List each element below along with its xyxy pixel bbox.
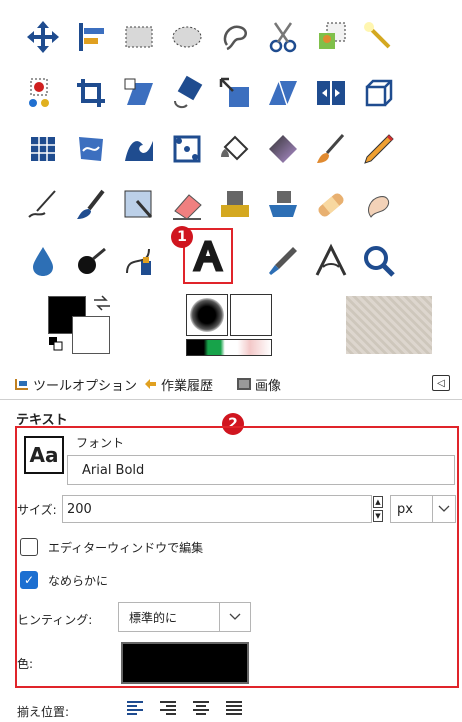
tool-options-icon bbox=[15, 379, 28, 390]
use-editor-label: エディターウィンドウで編集 bbox=[48, 540, 204, 555]
fuzzy-select-icon[interactable] bbox=[358, 16, 400, 58]
wave-icon[interactable] bbox=[118, 128, 160, 170]
tab-label: 画像 bbox=[255, 378, 282, 394]
hinting-select[interactable]: 標準的に bbox=[118, 602, 251, 632]
justify-label: 揃え位置: bbox=[17, 705, 70, 719]
hinting-label: ヒンティング: bbox=[17, 613, 93, 627]
align-right-icon bbox=[160, 701, 176, 715]
unit-select[interactable]: px bbox=[390, 495, 456, 523]
use-editor-checkbox-row[interactable]: エディターウィンドウで編集 bbox=[20, 536, 203, 558]
color-label: 色: bbox=[17, 657, 34, 671]
scale-icon[interactable] bbox=[214, 72, 256, 114]
background-color-swatch[interactable] bbox=[72, 316, 110, 354]
image-preview-texture bbox=[346, 296, 432, 354]
measure-icon[interactable] bbox=[310, 240, 352, 282]
justify-center-button[interactable] bbox=[190, 698, 212, 718]
gradient-icon[interactable] bbox=[262, 128, 304, 170]
color-picker-icon[interactable] bbox=[262, 240, 304, 282]
tab-label: ツールオプション bbox=[33, 378, 138, 394]
ink-icon[interactable] bbox=[22, 184, 64, 226]
antialias-checkbox-row[interactable]: ✓ なめらかに bbox=[20, 569, 108, 591]
toolbox: 1 bbox=[0, 0, 462, 286]
font-label: フォント bbox=[76, 436, 125, 450]
antialias-checkbox[interactable]: ✓ bbox=[20, 571, 38, 589]
paintbrush-icon[interactable] bbox=[310, 128, 352, 170]
mypaint-brush-icon[interactable] bbox=[70, 184, 112, 226]
dock-tabs: ツールオプション 作業履歴 画像 ◁ bbox=[0, 366, 462, 400]
handle-transform-icon[interactable] bbox=[166, 128, 208, 170]
size-value: 200 bbox=[67, 501, 92, 517]
tab-undo-history[interactable]: 作業履歴 bbox=[142, 374, 213, 394]
move-tool-icon[interactable] bbox=[22, 16, 64, 58]
justify-fill-button[interactable] bbox=[223, 698, 245, 718]
pattern-selector[interactable] bbox=[230, 294, 272, 336]
brush-preview bbox=[190, 298, 224, 332]
3d-transform-icon[interactable] bbox=[358, 72, 400, 114]
scissors-select-icon[interactable] bbox=[262, 16, 304, 58]
ellipse-select-icon[interactable] bbox=[166, 16, 208, 58]
align-tool-icon[interactable] bbox=[70, 16, 112, 58]
checkmark-icon: ✓ bbox=[23, 573, 35, 587]
color-select-icon[interactable] bbox=[22, 72, 64, 114]
undo-history-icon bbox=[145, 379, 156, 389]
brush-selector[interactable] bbox=[186, 294, 228, 336]
rect-select-icon[interactable] bbox=[118, 16, 160, 58]
font-value: Arial Bold bbox=[82, 462, 145, 478]
gradient-selector[interactable] bbox=[186, 339, 272, 356]
heal-icon[interactable] bbox=[310, 184, 352, 226]
perspective-clone-icon[interactable] bbox=[262, 184, 304, 226]
tab-tool-options[interactable]: ツールオプション bbox=[14, 374, 137, 394]
warp-transform-icon[interactable] bbox=[70, 128, 112, 170]
cage-transform-icon[interactable] bbox=[22, 128, 64, 170]
images-icon bbox=[237, 378, 251, 390]
font-preview-button[interactable]: Aa bbox=[24, 436, 64, 474]
increment-icon[interactable]: ▲ bbox=[373, 496, 383, 508]
chevron-down-icon bbox=[431, 496, 455, 522]
chevron-left-icon: ◁ bbox=[437, 377, 445, 389]
align-left-icon bbox=[127, 701, 143, 715]
tab-images[interactable]: 画像 bbox=[236, 374, 281, 394]
text-color-button[interactable] bbox=[121, 642, 249, 684]
tab-menu-button[interactable]: ◁ bbox=[432, 375, 450, 391]
shear-icon[interactable] bbox=[262, 72, 304, 114]
eraser-icon[interactable] bbox=[166, 184, 208, 226]
clone-icon[interactable] bbox=[214, 184, 256, 226]
foreground-select-icon[interactable] bbox=[310, 16, 352, 58]
chevron-down-icon bbox=[219, 603, 250, 631]
font-input[interactable]: Arial Bold bbox=[67, 455, 455, 485]
dodge-burn-icon[interactable] bbox=[70, 240, 112, 282]
bucket-fill-icon[interactable] bbox=[214, 128, 256, 170]
size-input[interactable]: 200 bbox=[62, 495, 372, 523]
justify-left-button[interactable] bbox=[124, 698, 146, 718]
decrement-icon[interactable]: ▼ bbox=[373, 510, 383, 522]
blur-icon[interactable] bbox=[22, 240, 64, 282]
align-center-icon bbox=[193, 701, 209, 715]
swap-colors-icon[interactable] bbox=[92, 294, 112, 312]
reset-colors-icon[interactable] bbox=[48, 336, 64, 352]
align-justify-icon bbox=[226, 701, 242, 715]
unit-value: px bbox=[397, 501, 413, 517]
hinting-value: 標準的に bbox=[129, 610, 178, 625]
unified-transform-icon[interactable] bbox=[118, 72, 160, 114]
antialias-label: なめらかに bbox=[48, 573, 109, 588]
rotate-icon[interactable] bbox=[166, 72, 208, 114]
flip-icon[interactable] bbox=[310, 72, 352, 114]
size-label: サイズ: bbox=[17, 503, 57, 517]
zoom-icon[interactable] bbox=[358, 240, 400, 282]
use-editor-checkbox[interactable] bbox=[20, 538, 38, 556]
paths-icon[interactable] bbox=[118, 240, 160, 282]
size-spinner[interactable]: ▲ ▼ bbox=[373, 496, 385, 522]
pencil-icon[interactable] bbox=[358, 128, 400, 170]
marker-1-badge: 1 bbox=[171, 226, 193, 248]
justify-right-button[interactable] bbox=[157, 698, 179, 718]
smudge-paint-icon[interactable] bbox=[118, 184, 160, 226]
free-select-icon[interactable] bbox=[214, 16, 256, 58]
crop-icon[interactable] bbox=[70, 72, 112, 114]
tab-label: 作業履歴 bbox=[161, 378, 214, 394]
smudge-icon[interactable] bbox=[358, 184, 400, 226]
